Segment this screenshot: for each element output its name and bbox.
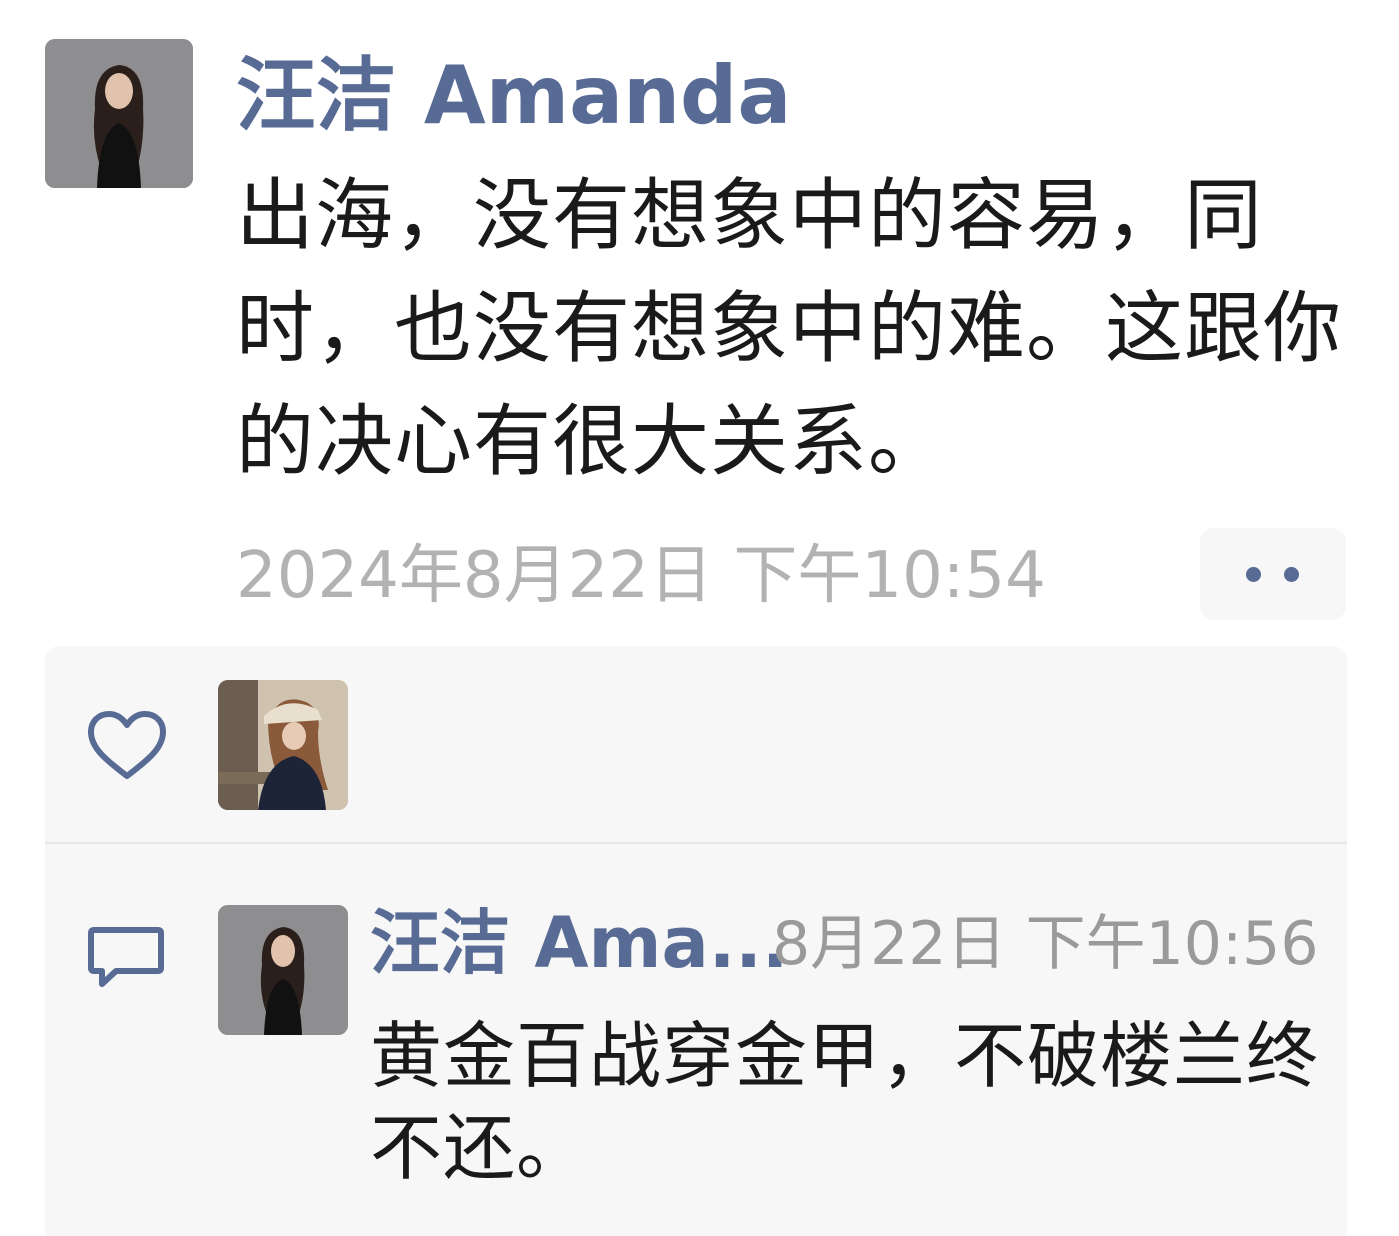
comment-timestamp: 8月22日 下午10:56 bbox=[772, 909, 1319, 979]
panel-divider bbox=[45, 842, 1347, 844]
heart-outline-icon bbox=[88, 711, 166, 779]
post-timestamp: 2024年8月22日 下午10:54 bbox=[236, 539, 1046, 613]
comment-text[interactable]: 黄金百战穿金甲，不破楼兰终不还。 bbox=[370, 1010, 1330, 1194]
comment-author-name[interactable]: 汪洁 Ama... bbox=[370, 900, 789, 986]
more-actions-button[interactable] bbox=[1200, 528, 1346, 620]
dot-icon bbox=[1246, 567, 1261, 582]
post-text: 出海，没有想象中的容易，同时，也没有想象中的难。这跟你的决心有很大关系。 bbox=[236, 171, 1343, 487]
comment-bubble-icon bbox=[88, 927, 164, 987]
person-avatar-image bbox=[45, 39, 193, 188]
post-author-name[interactable]: 汪洁 Amanda bbox=[236, 48, 791, 144]
liker-avatar[interactable] bbox=[218, 680, 348, 810]
person-avatar-image bbox=[218, 905, 348, 1035]
person-avatar-image bbox=[218, 680, 348, 810]
commenter-avatar[interactable] bbox=[218, 905, 348, 1035]
dot-icon bbox=[1284, 567, 1299, 582]
author-avatar[interactable] bbox=[45, 39, 193, 188]
